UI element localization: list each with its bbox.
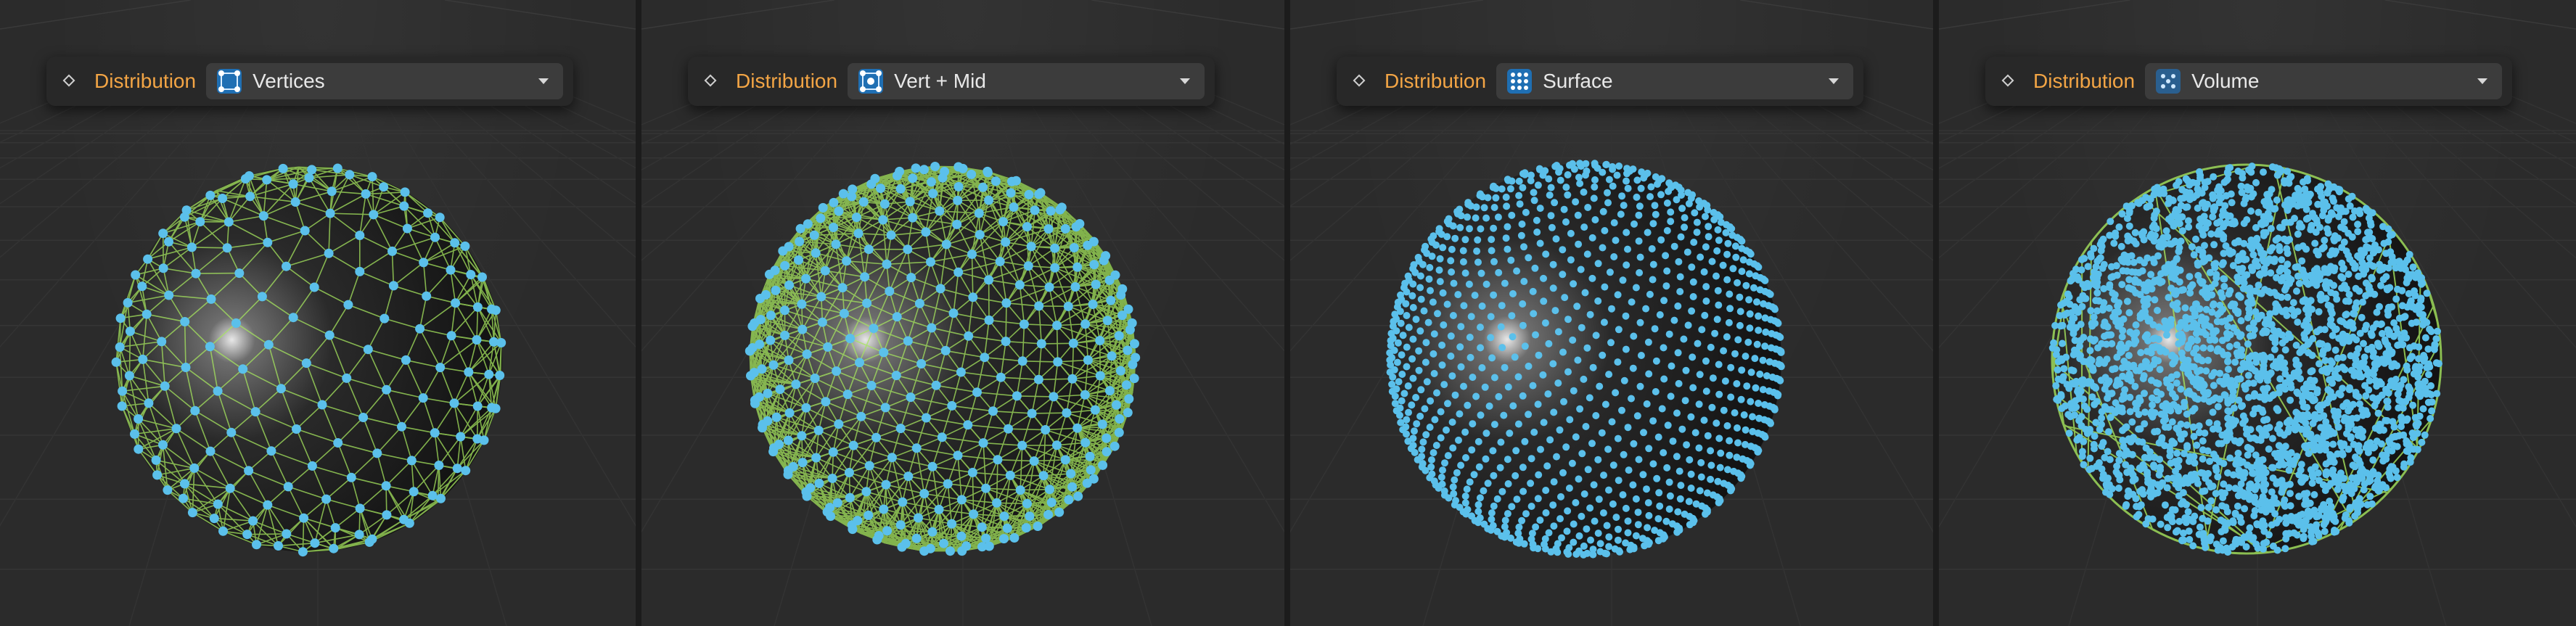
viewport-vert-mid[interactable]: Distribution Vert + Mid bbox=[641, 0, 1284, 626]
viewport-strip: Distribution Vertices Distribution Vert … bbox=[0, 0, 2576, 626]
dropdown-value: Surface bbox=[1543, 70, 1613, 92]
distribution-dropdown[interactable]: Vert + Mid bbox=[848, 63, 1205, 99]
chevron-down-icon bbox=[1829, 78, 1839, 84]
vert-mid-icon bbox=[858, 69, 884, 94]
distribution-panel: Distribution Surface bbox=[1337, 57, 1863, 106]
distribution-panel: Distribution Volume bbox=[1985, 57, 2512, 106]
dropdown-value: Vert + Mid bbox=[894, 70, 986, 92]
keyframe-diamond-icon[interactable] bbox=[60, 71, 80, 91]
distribution-dropdown[interactable]: Surface bbox=[1496, 63, 1853, 99]
distribution-label: Distribution bbox=[1385, 70, 1487, 92]
distribution-label: Distribution bbox=[736, 70, 838, 92]
keyframe-diamond-icon[interactable] bbox=[1998, 71, 2019, 91]
dropdown-value: Volume bbox=[2191, 70, 2260, 92]
keyframe-diamond-icon[interactable] bbox=[701, 71, 721, 91]
viewport-divider bbox=[636, 0, 641, 626]
distribution-dropdown[interactable]: Vertices bbox=[206, 63, 563, 99]
viewport-divider bbox=[1284, 0, 1290, 626]
viewport-surface[interactable]: Distribution Surface bbox=[1290, 0, 1933, 626]
surface-icon bbox=[1507, 69, 1533, 94]
chevron-down-icon bbox=[538, 78, 549, 84]
viewport-divider bbox=[1933, 0, 1939, 626]
vertices-icon bbox=[217, 69, 242, 94]
dropdown-value: Vertices bbox=[253, 70, 325, 92]
distribution-dropdown[interactable]: Volume bbox=[2145, 63, 2502, 99]
distribution-panel: Distribution Vertices bbox=[46, 57, 573, 106]
volume-icon bbox=[2156, 69, 2181, 94]
distribution-label: Distribution bbox=[94, 70, 197, 92]
keyframe-diamond-icon[interactable] bbox=[1350, 71, 1370, 91]
chevron-down-icon bbox=[1180, 78, 1190, 84]
distribution-panel: Distribution Vert + Mid bbox=[688, 57, 1215, 106]
distribution-label: Distribution bbox=[2033, 70, 2136, 92]
chevron-down-icon bbox=[2477, 78, 2487, 84]
viewport-vertices[interactable]: Distribution Vertices bbox=[0, 0, 636, 626]
viewport-volume[interactable]: Distribution Volume bbox=[1939, 0, 2576, 626]
